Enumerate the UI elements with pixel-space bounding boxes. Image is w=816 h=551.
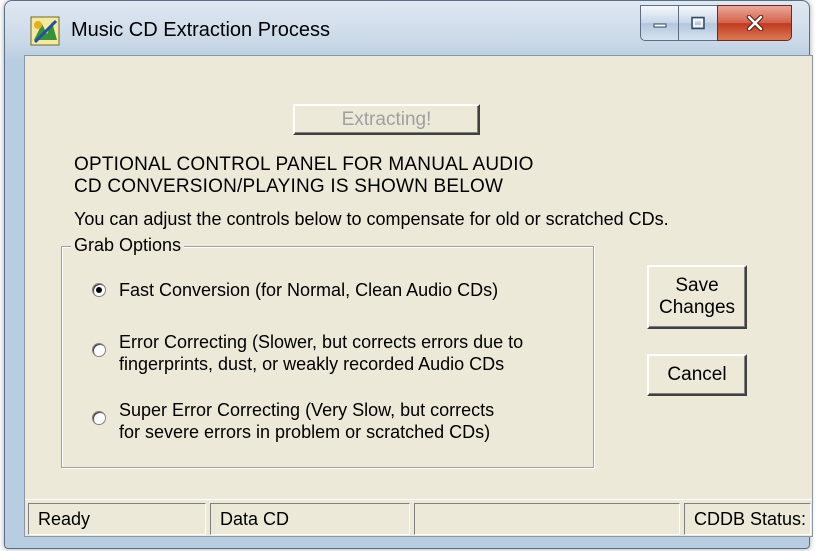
radio-super-error-correcting[interactable]: Super Error Correcting (Very Slow, but c… — [92, 399, 494, 443]
maximize-icon — [691, 16, 705, 30]
radio-button-selected[interactable] — [92, 283, 106, 297]
grab-options-group: Grab Options Fast Conversion (for Normal… — [61, 235, 594, 468]
status-panel-empty — [414, 503, 680, 535]
status-bar: Ready Data CD CDDB Status: — [25, 499, 812, 537]
grab-options-label: Grab Options — [71, 235, 185, 256]
radio-error-correcting[interactable]: Error Correcting (Slower, but corrects e… — [92, 331, 523, 375]
radio-label: Fast Conversion (for Normal, Clean Audio… — [119, 280, 499, 300]
music-cd-app-icon — [30, 16, 60, 46]
minimize-button[interactable] — [640, 5, 679, 41]
dialog-client-area: Extracting! OPTIONAL CONTROL PANEL FOR M… — [24, 55, 813, 537]
radio-button[interactable] — [92, 411, 106, 425]
radio-label: Error Correcting (Slower, but corrects e… — [119, 332, 524, 374]
status-panel-cddb: CDDB Status: — [684, 503, 811, 535]
maximize-button[interactable] — [678, 5, 718, 41]
status-panel-disc-type: Data CD — [210, 503, 410, 535]
radio-fast-conversion[interactable]: Fast Conversion (for Normal, Clean Audio… — [92, 279, 498, 301]
close-button[interactable] — [717, 5, 792, 41]
window-title: Music CD Extraction Process — [71, 19, 330, 41]
extracting-button[interactable]: Extracting! — [293, 104, 480, 135]
cancel-button[interactable]: Cancel — [647, 354, 747, 396]
instruction-text: You can adjust the controls below to com… — [74, 209, 669, 229]
close-icon — [746, 15, 763, 31]
caption-buttons — [640, 5, 809, 43]
save-changes-button[interactable]: Save Changes — [647, 265, 747, 329]
app-window: Music CD Extraction Process Extracting! … — [4, 0, 813, 549]
minimize-icon — [653, 23, 666, 28]
radio-button[interactable] — [92, 343, 106, 357]
control-panel-heading: OPTIONAL CONTROL PANEL FOR MANUAL AUDIO … — [74, 154, 534, 197]
radio-label: Super Error Correcting (Very Slow, but c… — [119, 400, 495, 442]
status-panel-ready: Ready — [28, 503, 206, 535]
